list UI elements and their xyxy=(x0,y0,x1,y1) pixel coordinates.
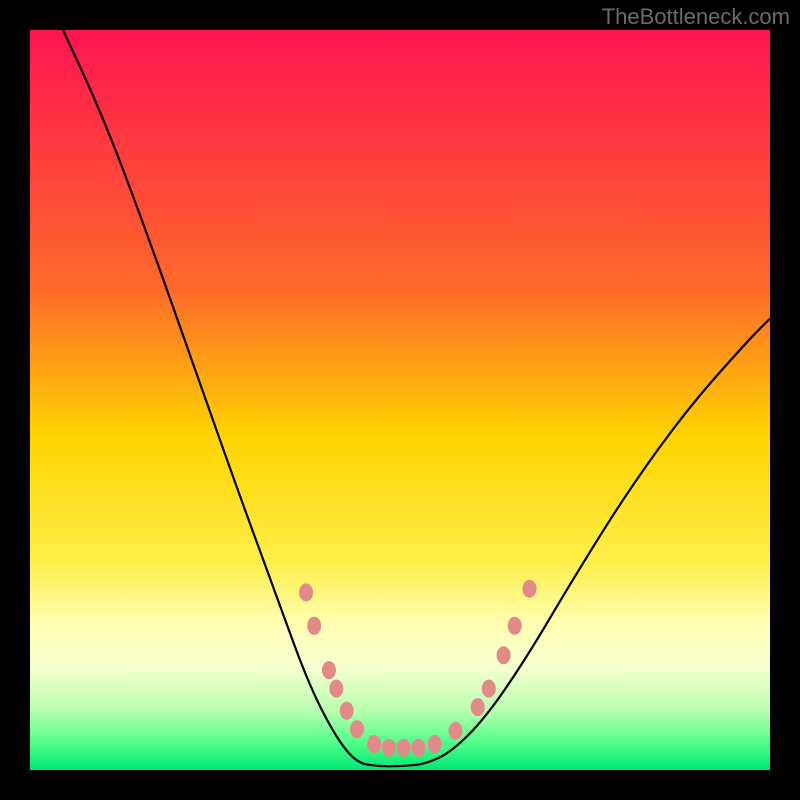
marker-dot xyxy=(523,580,537,598)
chart-frame: TheBottleneck.com xyxy=(0,0,800,800)
marker-dot xyxy=(382,739,396,757)
bottleneck-chart xyxy=(30,30,770,770)
marker-dot xyxy=(329,680,343,698)
marker-dot xyxy=(299,583,313,601)
plot-area xyxy=(30,30,770,770)
marker-dot xyxy=(428,735,442,753)
marker-dot xyxy=(497,646,511,664)
marker-dot xyxy=(449,722,463,740)
marker-dot xyxy=(471,698,485,716)
marker-dot xyxy=(322,661,336,679)
marker-dot xyxy=(350,720,364,738)
gradient-background xyxy=(30,30,770,770)
marker-dot xyxy=(508,617,522,635)
marker-dot xyxy=(482,680,496,698)
marker-dot xyxy=(397,739,411,757)
watermark-text: TheBottleneck.com xyxy=(602,4,790,30)
marker-dot xyxy=(367,735,381,753)
marker-dot xyxy=(340,702,354,720)
marker-dot xyxy=(412,739,426,757)
marker-dot xyxy=(307,617,321,635)
